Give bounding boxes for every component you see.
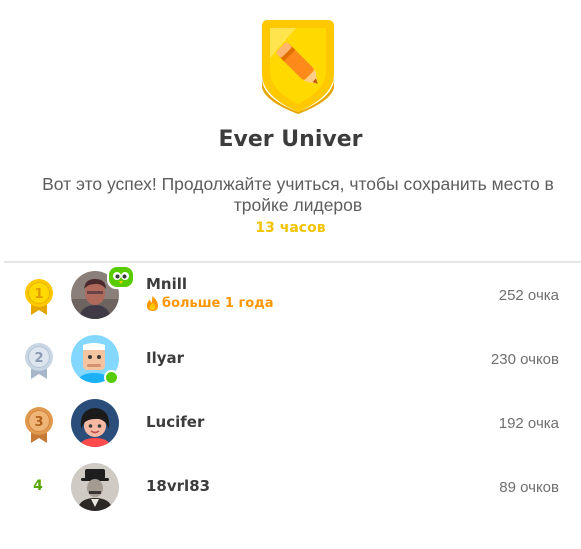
- league-header: Ever Univer Вот это успех! Продолжайте у…: [0, 0, 581, 262]
- streak-label: больше 1 года: [162, 296, 274, 311]
- username[interactable]: Ilyar: [146, 349, 184, 367]
- gold-medal-icon: 1: [25, 279, 53, 315]
- league-badge-icon: [262, 20, 334, 114]
- time-remaining: 13 часов: [255, 220, 326, 236]
- leaderboard-row[interactable]: 2 Ilyar 230 очков: [0, 327, 581, 391]
- streak-info: больше 1 года: [146, 296, 273, 311]
- rank-label: 3: [34, 415, 43, 430]
- rank-label: 2: [34, 351, 43, 366]
- league-title: Ever Univer: [218, 127, 363, 152]
- silver-medal-icon: 2: [25, 343, 53, 379]
- promotion-message: Вот это успех! Продолжайте учиться, чтоб…: [42, 174, 554, 215]
- rank-label: 4: [33, 478, 43, 494]
- leaderboard-row[interactable]: 3 Lucifer 192 очка: [0, 391, 581, 455]
- xp-value: 252 очка: [498, 287, 559, 304]
- username[interactable]: Mnill: [146, 275, 187, 293]
- xp-value: 89 очков: [499, 479, 559, 496]
- username[interactable]: Lucifer: [146, 413, 204, 431]
- xp-value: 230 очков: [490, 351, 559, 368]
- xp-value: 192 очка: [498, 415, 559, 432]
- flame-icon: [147, 296, 158, 311]
- owl-badge-icon: [107, 265, 135, 289]
- username[interactable]: 18vrl83: [146, 477, 210, 495]
- leaderboard-row[interactable]: 4 18vrl83 89 очков: [0, 455, 581, 519]
- avatar[interactable]: [71, 399, 119, 447]
- leaderboard-row[interactable]: 1 Mnill больше 1 года 252 очка: [0, 263, 581, 327]
- avatar[interactable]: [71, 463, 119, 511]
- bronze-medal-icon: 3: [25, 407, 53, 443]
- online-status-indicator: [104, 370, 119, 385]
- rank-label: 1: [34, 287, 43, 302]
